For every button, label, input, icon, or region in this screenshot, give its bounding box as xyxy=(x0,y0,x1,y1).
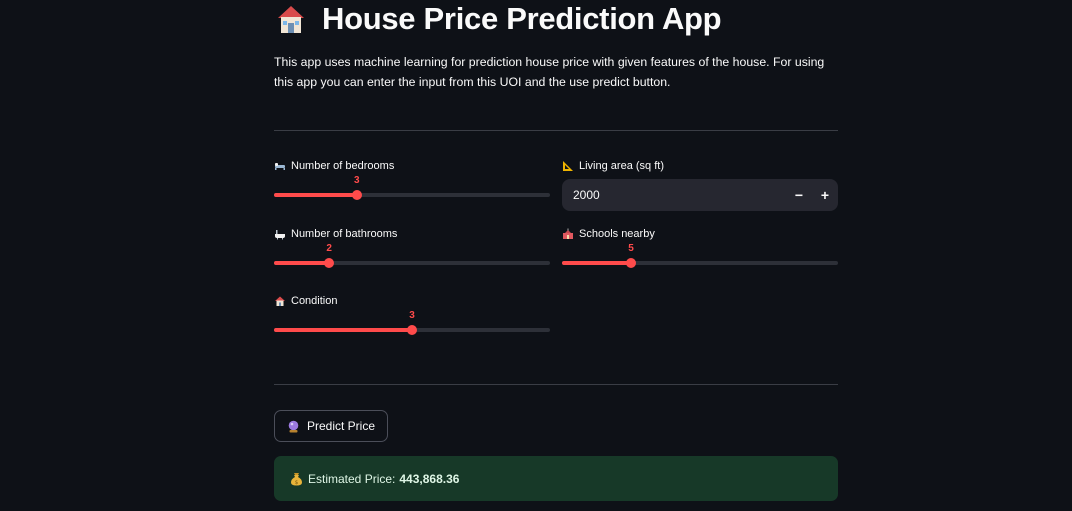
condition-slider[interactable]: 3 xyxy=(274,310,550,340)
estimated-price-value: 443,868.36 xyxy=(399,471,460,486)
schools-slider[interactable]: 5 xyxy=(562,243,838,273)
app-description: This app uses machine learning for predi… xyxy=(274,55,825,89)
condition-field: Condition 3 xyxy=(274,294,550,340)
house-icon xyxy=(274,2,308,36)
crystal-ball-icon xyxy=(287,420,300,433)
schools-value: 5 xyxy=(628,243,634,254)
bathrooms-label-text: Number of bathrooms xyxy=(291,228,398,240)
condition-label-text: Condition xyxy=(291,295,338,307)
bedrooms-field: Number of bedrooms 3 xyxy=(274,159,550,205)
school-icon xyxy=(562,228,574,240)
living-area-value[interactable]: 2000 xyxy=(562,188,786,202)
svg-text:$: $ xyxy=(295,479,299,485)
living-area-label: Living area (sq ft) xyxy=(562,159,838,173)
living-area-input[interactable]: 2000 − + xyxy=(562,179,838,211)
streamlit-page: House Price Prediction App This app uses… xyxy=(0,0,1072,511)
slider-fill xyxy=(274,328,412,332)
slider-thumb[interactable] xyxy=(626,258,636,268)
bathrooms-label: Number of bathrooms xyxy=(274,227,550,241)
slider-thumb[interactable] xyxy=(324,258,335,268)
estimated-price-alert: $ Estimated Price: 443,868.36 xyxy=(274,456,838,501)
slider-fill xyxy=(274,261,330,265)
triangle-ruler-icon xyxy=(562,160,574,172)
money-bag-icon: $ xyxy=(290,472,303,486)
bedrooms-value: 3 xyxy=(354,175,360,186)
bedrooms-label: Number of bedrooms xyxy=(274,159,550,173)
decrement-button[interactable]: − xyxy=(786,179,812,211)
living-area-field: Living area (sq ft) 2000 − + xyxy=(562,159,838,211)
bathrooms-slider[interactable]: 2 xyxy=(274,243,550,273)
section-divider xyxy=(274,130,838,131)
bathtub-icon xyxy=(274,228,286,240)
house-icon xyxy=(274,295,286,307)
schools-field: Schools nearby 5 xyxy=(562,227,838,273)
condition-value: 3 xyxy=(409,310,415,321)
slider-thumb[interactable] xyxy=(351,190,362,200)
bed-icon xyxy=(274,160,286,172)
increment-button[interactable]: + xyxy=(812,179,838,211)
slider-fill xyxy=(562,261,631,265)
condition-label: Condition xyxy=(274,294,550,308)
schools-label-text: Schools nearby xyxy=(579,228,655,240)
predict-price-button[interactable]: Predict Price xyxy=(274,410,389,442)
bathrooms-value: 2 xyxy=(326,243,332,254)
bathrooms-field: Number of bathrooms 2 xyxy=(274,227,550,273)
bedrooms-slider[interactable]: 3 xyxy=(274,175,550,205)
page-title-text: House Price Prediction App xyxy=(322,1,722,36)
slider-fill xyxy=(274,193,357,197)
living-area-label-text: Living area (sq ft) xyxy=(579,160,664,172)
section-divider xyxy=(274,384,838,385)
bedrooms-label-text: Number of bedrooms xyxy=(291,160,395,172)
schools-label: Schools nearby xyxy=(562,227,838,241)
page-title: House Price Prediction App xyxy=(274,0,722,38)
slider-thumb[interactable] xyxy=(407,325,417,335)
predict-price-label: Predict Price xyxy=(307,419,376,433)
estimated-price-label: Estimated Price: xyxy=(308,471,396,486)
